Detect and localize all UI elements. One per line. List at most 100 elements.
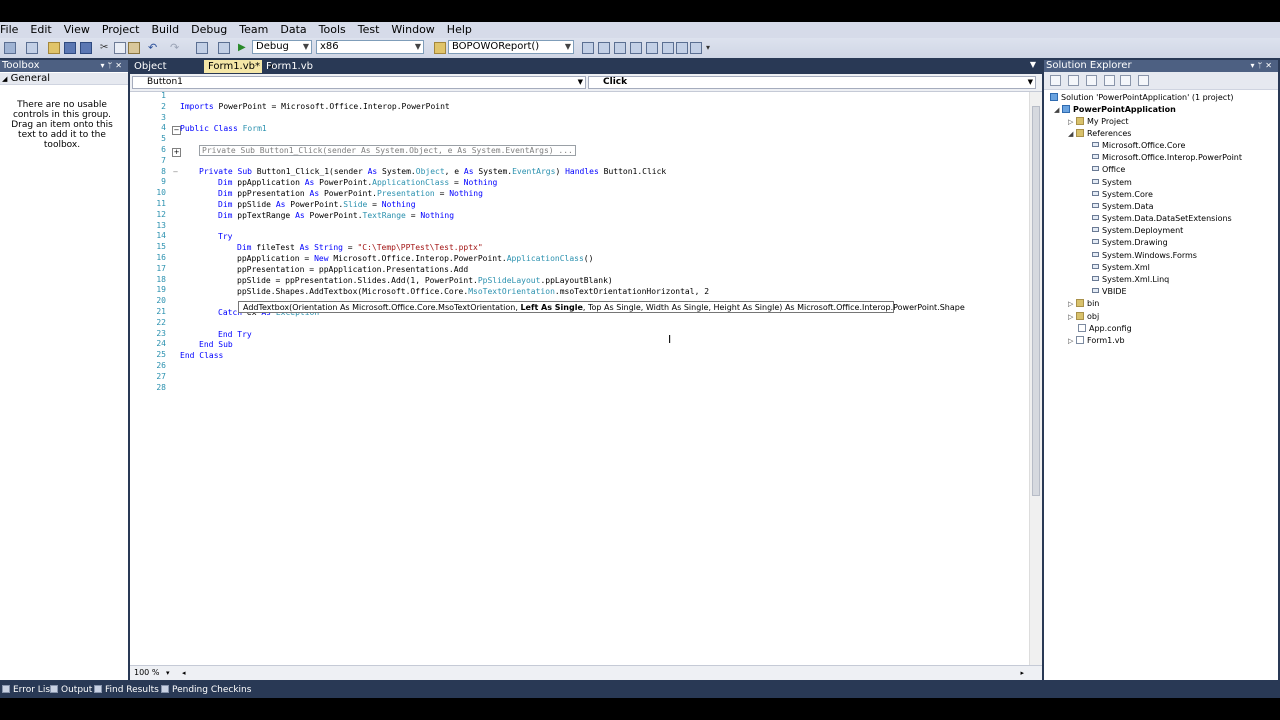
tab-list-dropdown-icon[interactable]: ▼: [1030, 60, 1036, 69]
toolbox-icon[interactable]: [630, 42, 642, 54]
toolbar-options-icon[interactable]: ▾: [706, 42, 718, 54]
references-node[interactable]: ◢ References: [1068, 128, 1131, 140]
toolbox-group-general[interactable]: ◢ General: [0, 73, 128, 85]
save-icon[interactable]: [64, 42, 76, 54]
expand-icon[interactable]: ▷: [1068, 336, 1076, 347]
refresh-icon[interactable]: [1086, 75, 1097, 86]
code-text-area[interactable]: 1 2 3 4 5 6 7 8 9 10 11 12 13 14 15 16 17 18 19 20 21 22 23 24 2…: [130, 92, 1028, 666]
menu-team[interactable]: Team: [233, 22, 274, 38]
tree-item[interactable]: System.Windows.Forms: [1092, 250, 1197, 261]
menu-tools[interactable]: Tools: [313, 22, 352, 38]
zoom-level[interactable]: 100 %: [134, 668, 159, 677]
tab-find-results[interactable]: Find Results 1: [94, 684, 167, 696]
menu-project[interactable]: Project: [96, 22, 146, 38]
start-debugging-icon[interactable]: ▶: [238, 42, 250, 54]
collapse-icon[interactable]: ◢: [1068, 129, 1076, 140]
navigate-forward-icon[interactable]: [218, 42, 230, 54]
expand-icon[interactable]: ▷: [1068, 299, 1076, 310]
save-all-icon[interactable]: [80, 42, 92, 54]
tree-item[interactable]: ▷ bin: [1068, 298, 1099, 310]
tree-item[interactable]: ▷ Form1.vb: [1068, 335, 1125, 347]
tab-pending-checkins[interactable]: Pending Checkins: [161, 684, 251, 696]
windows-icon[interactable]: [690, 42, 702, 54]
properties-icon[interactable]: [598, 42, 610, 54]
add-item-icon[interactable]: [26, 42, 38, 54]
new-project-icon[interactable]: [4, 42, 16, 54]
tree-item[interactable]: Microsoft.Office.Interop.PowerPoint: [1092, 152, 1242, 163]
extension-manager-icon[interactable]: [662, 42, 674, 54]
tree-item[interactable]: App.config: [1078, 323, 1132, 334]
editor-bottom-bar: 100 % ▾ ◂ ▸: [130, 665, 1042, 680]
tab-object-browser[interactable]: Object Browser: [130, 60, 204, 85]
tree-item[interactable]: System.Xml.Linq: [1092, 274, 1169, 285]
menu-build[interactable]: Build: [145, 22, 185, 38]
redo-icon[interactable]: ↷: [170, 42, 182, 54]
object-browser-icon[interactable]: [614, 42, 626, 54]
navigate-backward-icon[interactable]: [196, 42, 208, 54]
find-combo[interactable]: BOPOWOReport() ▼: [448, 40, 574, 54]
code-line-6[interactable]: Private Sub Button1_Click(sender As Syst…: [199, 145, 576, 157]
cut-icon[interactable]: ✂: [100, 42, 112, 54]
solution-platform-select[interactable]: x86 ▼: [316, 40, 424, 54]
menu-window[interactable]: Window: [385, 22, 440, 38]
paste-icon[interactable]: [128, 42, 140, 54]
scroll-left-icon[interactable]: ◂: [182, 669, 186, 677]
tree-item[interactable]: VBIDE: [1092, 286, 1127, 297]
tree-item[interactable]: System.Deployment: [1092, 225, 1183, 236]
tree-item[interactable]: ▷ obj: [1068, 311, 1099, 323]
close-icon[interactable]: ✕: [115, 61, 125, 70]
menu-data[interactable]: Data: [274, 22, 312, 38]
tab-form1-vb[interactable]: Form1.vb* ✕: [204, 60, 276, 73]
vertical-scrollbar[interactable]: [1029, 92, 1042, 666]
solution-node[interactable]: Solution 'PowerPointApplication' (1 proj…: [1050, 92, 1233, 103]
menu-file[interactable]: File: [0, 22, 24, 38]
start-page-icon[interactable]: [646, 42, 658, 54]
class-diagram-icon[interactable]: [1138, 75, 1149, 86]
menu-edit[interactable]: Edit: [24, 22, 57, 38]
menu-debug[interactable]: Debug: [185, 22, 233, 38]
show-all-files-icon[interactable]: [1068, 75, 1079, 86]
method-name-combo[interactable]: Click ▼: [588, 76, 1036, 89]
tree-item[interactable]: System.Core: [1092, 189, 1153, 200]
line-number: 14: [156, 231, 166, 241]
scrollbar-thumb[interactable]: [1032, 106, 1040, 496]
tree-item[interactable]: Microsoft.Office.Core: [1092, 140, 1185, 151]
collapsed-method-block[interactable]: Private Sub Button1_Click(sender As Syst…: [199, 145, 576, 156]
line-number: 11: [156, 199, 166, 208]
collapse-method-icon[interactable]: −: [172, 169, 179, 176]
code-line-13: Dim ppSlide As PowerPoint.Slide = Nothin…: [218, 200, 416, 209]
tree-item[interactable]: System.Data: [1092, 201, 1153, 212]
expand-method-icon[interactable]: +: [172, 148, 181, 157]
properties-icon[interactable]: [1050, 75, 1061, 86]
copy-icon[interactable]: [114, 42, 126, 54]
tree-item[interactable]: System.Drawing: [1092, 237, 1168, 248]
ref-icon: [1092, 142, 1099, 147]
view-code-icon[interactable]: [1104, 75, 1115, 86]
view-designer-icon[interactable]: [1120, 75, 1131, 86]
collapse-icon[interactable]: ◢: [1054, 105, 1062, 116]
expand-icon[interactable]: ▷: [1068, 312, 1076, 323]
tab-form1-design[interactable]: Form1.vb [Design]*: [262, 60, 342, 85]
scroll-right-icon[interactable]: ▸: [1020, 666, 1024, 680]
menu-help[interactable]: Help: [441, 22, 478, 38]
tree-item[interactable]: Office: [1092, 164, 1125, 175]
close-icon[interactable]: ✕: [1265, 61, 1275, 70]
tree-item[interactable]: System.Data.DataSetExtensions: [1092, 213, 1232, 224]
expand-icon[interactable]: ▷: [1068, 117, 1076, 128]
command-window-icon[interactable]: [676, 42, 688, 54]
menu-view[interactable]: View: [58, 22, 96, 38]
open-file-icon[interactable]: [48, 42, 60, 54]
class-name-combo[interactable]: Button1 ▼: [132, 76, 586, 89]
my-project-node[interactable]: ▷ My Project: [1068, 116, 1129, 128]
solution-configuration-select[interactable]: Debug ▼: [252, 40, 312, 54]
tab-error-list[interactable]: Error List: [2, 684, 54, 696]
tree-item[interactable]: System: [1092, 177, 1132, 188]
chevron-down-icon[interactable]: ▾: [166, 669, 170, 677]
tree-item[interactable]: System.Xml: [1092, 262, 1150, 273]
menu-test[interactable]: Test: [352, 22, 386, 38]
find-in-files-icon[interactable]: [434, 42, 446, 54]
tab-output[interactable]: Output: [50, 684, 92, 696]
undo-icon[interactable]: ↶: [148, 42, 160, 54]
solution-explorer-icon[interactable]: [582, 42, 594, 54]
project-node[interactable]: ◢ PowerPointApplication: [1054, 104, 1176, 116]
